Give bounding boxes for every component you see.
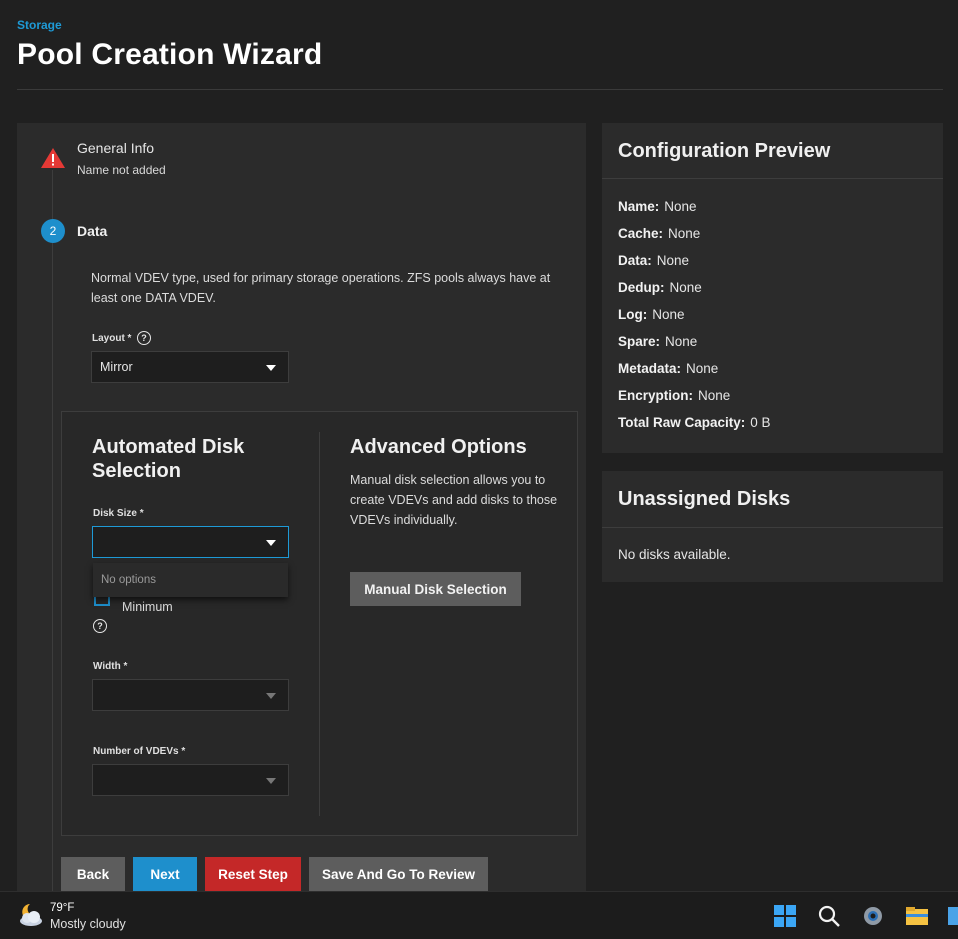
chevron-down-icon (266, 540, 276, 546)
dropdown-no-options: No options (101, 574, 156, 586)
minimum-label: Minimum (122, 600, 173, 614)
layout-select-value: Mirror (100, 360, 133, 374)
advanced-options-title: Advanced Options (350, 436, 527, 458)
number-of-vdevs-label: Number of VDEVs * (93, 746, 186, 757)
layout-select[interactable]: Mirror (91, 351, 289, 383)
disk-selection-divider (319, 432, 320, 816)
partly-cloudy-night-icon[interactable] (16, 901, 46, 929)
weather-condition[interactable]: Mostly cloudy (50, 917, 126, 931)
preview-row-total-capacity: Total Raw Capacity: 0 B (618, 415, 771, 430)
step-general-info-status: Name not added (77, 163, 166, 177)
minimum-help-icon[interactable]: ? (93, 619, 107, 633)
preview-row-encryption: Encryption: None (618, 388, 731, 403)
preview-row-data: Data: None (618, 253, 690, 268)
chevron-down-icon (266, 365, 276, 371)
chevron-down-icon (266, 693, 276, 699)
manual-disk-selection-button[interactable]: Manual Disk Selection (350, 572, 521, 606)
number-of-vdevs-select[interactable] (92, 764, 289, 796)
configuration-preview-panel: Configuration Preview Name: None Cache: No… (602, 123, 943, 453)
preview-row-dedup: Dedup: None (618, 280, 702, 295)
settings-gear-icon[interactable] (860, 903, 886, 929)
file-explorer-icon[interactable] (904, 903, 930, 929)
step-data-title[interactable]: Data (77, 223, 107, 239)
automated-disk-selection-title: Automated Disk Selection (92, 436, 245, 482)
step-general-info-title[interactable]: General Info (77, 140, 154, 156)
disk-size-label: Disk Size * (93, 508, 144, 519)
next-button[interactable]: Next (133, 857, 197, 891)
taskbar-app-icon[interactable] (946, 903, 958, 929)
preview-row-name: Name: None (618, 199, 697, 214)
preview-row-spare: Spare: None (618, 334, 698, 349)
breadcrumb-storage[interactable]: Storage (17, 18, 62, 32)
header-divider (17, 89, 943, 90)
layout-label: Layout * (92, 333, 132, 344)
chevron-down-icon (266, 778, 276, 784)
advanced-options-description: Manual disk selection allows you to crea… (350, 473, 558, 527)
weather-temperature[interactable]: 79°F (50, 902, 74, 914)
save-and-review-button[interactable]: Save And Go To Review (309, 857, 488, 891)
preview-row-metadata: Metadata: None (618, 361, 719, 376)
width-select[interactable] (92, 679, 289, 711)
disk-size-dropdown: No options (93, 563, 288, 597)
panel-divider (602, 178, 943, 179)
width-label: Width * (93, 661, 128, 672)
page-title: Pool Creation Wizard (17, 38, 323, 71)
preview-row-log: Log: None (618, 307, 685, 322)
layout-help-icon[interactable]: ? (137, 331, 151, 345)
preview-row-cache: Cache: None (618, 226, 701, 241)
disk-size-select[interactable] (92, 526, 289, 558)
unassigned-disks-title: Unassigned Disks (618, 488, 791, 510)
stepper-line (52, 170, 53, 893)
panel-divider (602, 527, 943, 528)
data-description: Normal VDEV type, used for primary stora… (91, 271, 551, 305)
search-icon[interactable] (816, 903, 842, 929)
warning-triangle-icon (41, 148, 65, 168)
reset-step-button[interactable]: Reset Step (205, 857, 301, 891)
configuration-preview-title: Configuration Preview (618, 140, 831, 162)
no-disks-text: No disks available. (618, 547, 731, 562)
back-button[interactable]: Back (61, 857, 125, 891)
taskbar (0, 891, 958, 939)
unassigned-disks-panel: Unassigned Disks No disks available. (602, 471, 943, 582)
windows-start-icon[interactable] (772, 903, 798, 929)
step-number-badge: 2 (41, 219, 65, 243)
